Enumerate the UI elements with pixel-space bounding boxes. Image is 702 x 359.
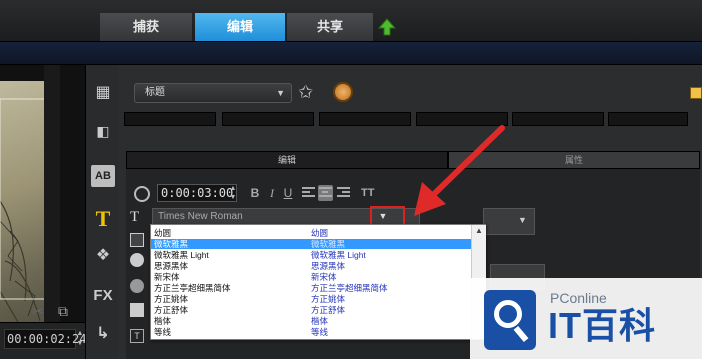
font-list-item[interactable]: 方正姚体 方正姚体 bbox=[151, 294, 471, 304]
duration-clock-icon bbox=[134, 186, 150, 202]
font-list-item[interactable]: 楷体 楷体 bbox=[151, 316, 471, 326]
red-arrow-annotation bbox=[414, 125, 505, 216]
text-size-button[interactable]: TT bbox=[361, 185, 381, 201]
font-list-item[interactable]: 幼圆 幼圆 bbox=[151, 228, 471, 238]
library-toolbar: ▦ ◧ AB T ❖ FX ↳ bbox=[85, 65, 118, 359]
panel-icon[interactable] bbox=[690, 87, 702, 99]
duration-down-icon[interactable]: ▼ bbox=[228, 193, 238, 202]
font-name: 方正舒体 bbox=[154, 305, 189, 315]
title-tool-icon[interactable]: T bbox=[91, 208, 115, 230]
top-tab-bar: 捕获 编辑 共享 bbox=[0, 0, 702, 42]
clock-icon[interactable] bbox=[333, 82, 353, 102]
font-preview: 楷体 bbox=[311, 316, 329, 326]
square-icon[interactable] bbox=[130, 303, 144, 317]
font-name: 方正兰亭超细黑简体 bbox=[154, 283, 231, 293]
preset-thumbnail[interactable] bbox=[608, 112, 688, 126]
align-center-icon[interactable] bbox=[318, 185, 333, 201]
text-box-icon[interactable] bbox=[130, 233, 144, 247]
preset-thumbnail[interactable] bbox=[222, 112, 314, 126]
font-preview: 方正兰亭超细黑简体 bbox=[311, 283, 388, 293]
preview-frame bbox=[0, 65, 60, 343]
preset-thumbnail[interactable] bbox=[319, 112, 411, 126]
media-tool-icon[interactable]: ▦ bbox=[91, 82, 115, 104]
font-preview: 微软雅黑 Light bbox=[311, 250, 366, 260]
align-right-icon[interactable] bbox=[336, 185, 351, 201]
radio-icon[interactable] bbox=[130, 253, 144, 267]
watermark-small-text: PConline bbox=[550, 290, 607, 306]
font-list-item[interactable]: 思源黑体 思源黑体 bbox=[151, 261, 471, 271]
bold-button[interactable]: B bbox=[248, 185, 262, 201]
font-preview: 方正姚体 bbox=[311, 294, 346, 304]
radio-icon[interactable] bbox=[130, 279, 144, 293]
menu-strip bbox=[0, 42, 702, 65]
tab-capture[interactable]: 捕获 bbox=[100, 13, 192, 41]
font-list-item[interactable]: 微软雅黑 Light 微软雅黑 Light bbox=[151, 250, 471, 260]
video-editor-window: 捕获 编辑 共享 ✂ ⧉ 00:00:02:24 ▲ ▼ ▦ ◧ AB T ❖ … bbox=[0, 0, 702, 359]
graphic-tool-icon[interactable]: ❖ bbox=[91, 245, 115, 267]
tab-edit[interactable]: 编辑 bbox=[195, 13, 285, 41]
font-dropdown-list[interactable]: 幼圆 幼圆 微软雅黑 微软雅黑 微软雅黑 Light 微软雅黑 Light 思源黑体 思源黑体… bbox=[150, 224, 486, 340]
text-frame-icon[interactable]: T bbox=[130, 329, 144, 343]
preview-panel: ✂ ⧉ 00:00:02:24 ▲ ▼ bbox=[0, 65, 86, 359]
star-plus-icon[interactable]: ✩ bbox=[298, 81, 322, 103]
duration-up-icon[interactable]: ▲ bbox=[228, 184, 238, 193]
timecode-up-icon[interactable]: ▲ bbox=[76, 329, 84, 339]
italic-button[interactable]: I bbox=[265, 185, 279, 201]
duration-field[interactable]: 0:00:03:00 bbox=[157, 184, 237, 202]
font-preview: 方正舒体 bbox=[311, 305, 346, 315]
chevron-down-icon[interactable]: ▼ bbox=[518, 215, 527, 225]
ab-tool-icon[interactable]: AB bbox=[91, 165, 115, 187]
tab-share[interactable]: 共享 bbox=[287, 13, 373, 41]
timecode-down-icon[interactable]: ▼ bbox=[76, 339, 84, 349]
watermark: PConline IT百科 bbox=[470, 278, 702, 359]
font-preview: 新宋体 bbox=[311, 272, 337, 282]
font-list-item[interactable]: 新宋体 新宋体 bbox=[151, 272, 471, 282]
preset-thumbnail[interactable] bbox=[124, 112, 216, 126]
preset-dropdown-value: 标题 bbox=[145, 87, 165, 98]
chevron-down-icon: ▼ bbox=[276, 88, 285, 98]
copy-icon[interactable]: ⧉ bbox=[58, 303, 78, 319]
font-name: 新宋体 bbox=[154, 272, 180, 282]
font-list-item[interactable]: 方正兰亭超细黑简体 方正兰亭超细黑简体 bbox=[151, 283, 471, 293]
font-preview: 幼圆 bbox=[311, 228, 329, 238]
watermark-big-text: IT百科 bbox=[548, 305, 656, 346]
align-left-icon[interactable] bbox=[301, 185, 316, 201]
fx-tool-icon[interactable]: FX bbox=[91, 285, 115, 307]
font-name: 楷体 bbox=[154, 316, 172, 326]
preset-dropdown[interactable]: 标题 ▼ bbox=[134, 83, 292, 103]
font-name: 微软雅黑 bbox=[154, 239, 189, 249]
font-name: 微软雅黑 Light bbox=[154, 250, 209, 260]
path-tool-icon[interactable]: ↳ bbox=[91, 323, 115, 345]
chevron-up-icon[interactable]: ▲ bbox=[472, 225, 486, 237]
search-icon bbox=[484, 290, 536, 350]
upload-icon[interactable] bbox=[378, 18, 396, 36]
font-icon: T bbox=[130, 209, 140, 225]
font-preview: 等线 bbox=[311, 327, 329, 337]
transition-tool-icon[interactable]: ◧ bbox=[91, 123, 115, 145]
font-name: 方正姚体 bbox=[154, 294, 189, 304]
font-list-item[interactable]: 等线 等线 bbox=[151, 327, 471, 337]
font-name: 等线 bbox=[154, 327, 172, 337]
timecode-field[interactable]: 00:00:02:24 bbox=[4, 329, 86, 349]
scissors-icon[interactable]: ✂ bbox=[32, 303, 52, 319]
preview-controls: 00:00:02:24 ▲ ▼ bbox=[0, 322, 86, 359]
font-list-item[interactable]: 微软雅黑 微软雅黑 bbox=[151, 239, 471, 249]
font-preview: 思源黑体 bbox=[311, 261, 346, 271]
preset-thumbnail[interactable] bbox=[512, 112, 604, 126]
underline-button[interactable]: U bbox=[281, 185, 295, 201]
font-name: 思源黑体 bbox=[154, 261, 189, 271]
font-list-item[interactable]: 方正舒体 方正舒体 bbox=[151, 305, 471, 315]
font-preview: 微软雅黑 bbox=[311, 239, 346, 249]
font-name: 幼圆 bbox=[154, 228, 172, 238]
